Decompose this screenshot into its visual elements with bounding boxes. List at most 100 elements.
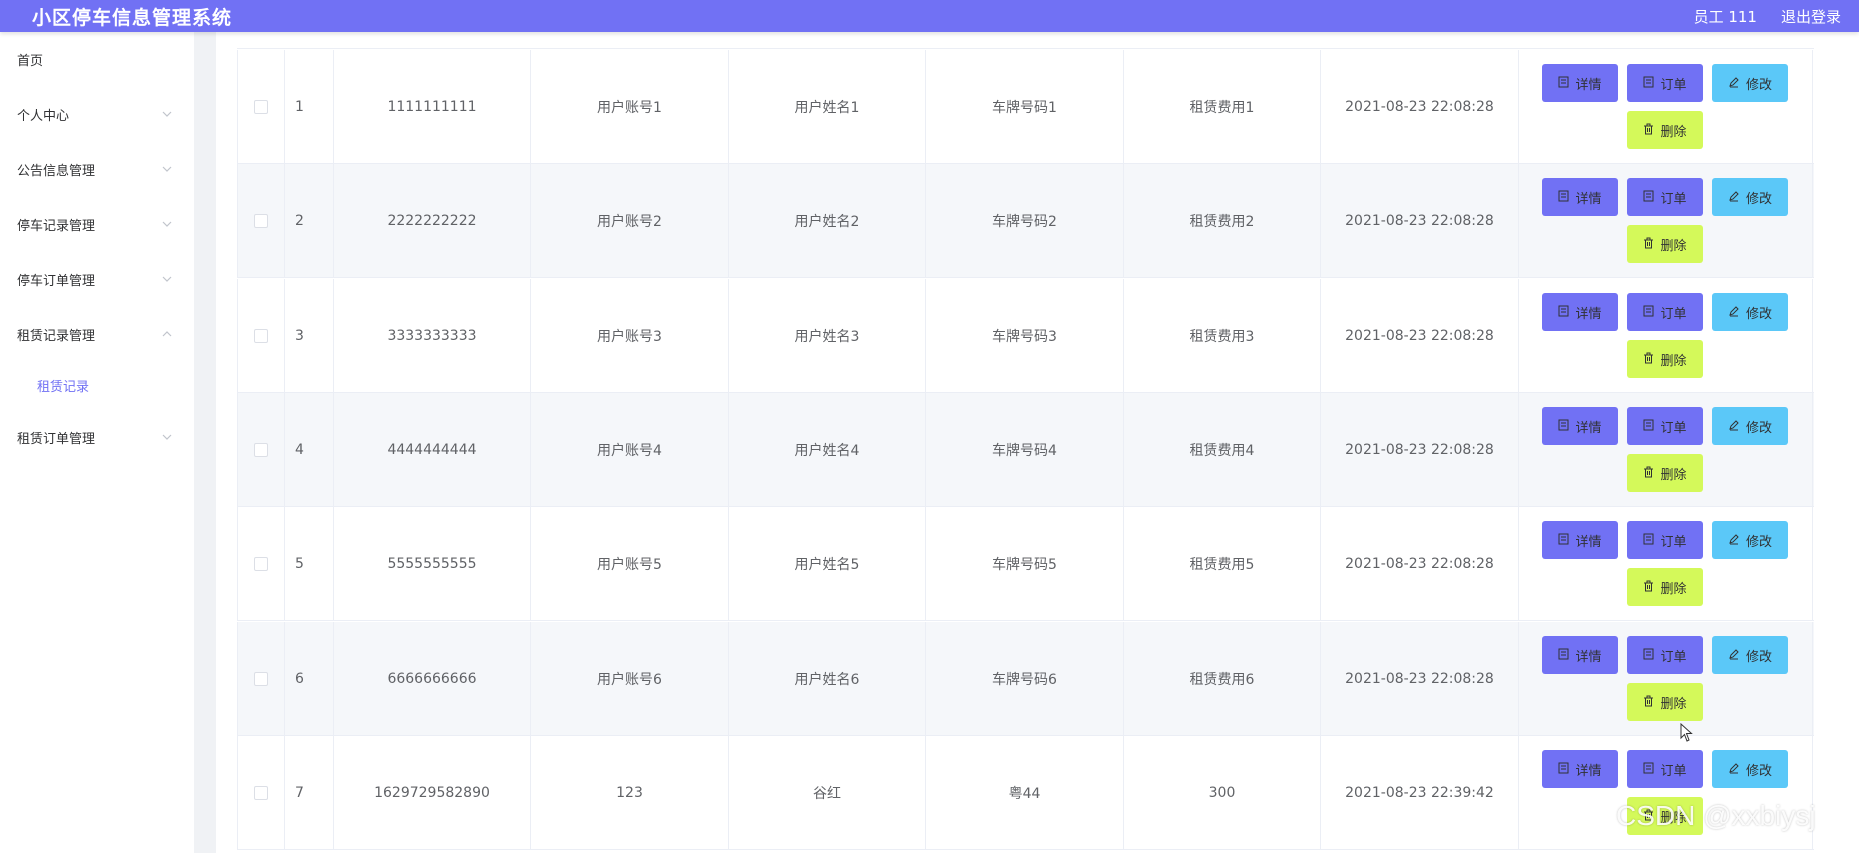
row-actions: 详情 订单 修改 删除 [1519,393,1813,506]
current-user: 员工 111 [1693,7,1757,26]
sidebar-item-rental-records[interactable]: 租赁记录管理 [0,314,194,354]
edit-button[interactable]: 修改 [1712,521,1788,559]
document-icon [1558,190,1569,205]
row-index: 5 [285,507,334,620]
order-button-label: 订单 [1660,649,1687,665]
detail-button[interactable]: 详情 [1542,64,1618,102]
order-button[interactable]: 订单 [1627,407,1703,445]
detail-button[interactable]: 详情 [1542,293,1618,331]
edit-icon [1728,305,1740,320]
row-select-cell [237,507,285,620]
rental-number: 5555555555 [334,507,531,620]
license-plate: 车牌号码5 [926,507,1124,620]
row-checkbox[interactable] [254,213,268,228]
order-button[interactable]: 订单 [1627,636,1703,674]
row-select-cell [237,50,285,163]
user-account: 用户账号1 [531,50,729,163]
license-plate: 粤44 [926,736,1124,849]
order-button-label: 订单 [1660,763,1687,779]
rental-number: 2222222222 [334,164,531,277]
delete-button[interactable]: 删除 [1627,683,1703,721]
row-index: 4 [285,393,334,506]
logout-link[interactable]: 退出登录 [1781,6,1841,27]
detail-button[interactable]: 详情 [1542,521,1618,559]
chevron-up-icon [160,327,174,341]
delete-button-label: 删除 [1660,353,1687,369]
row-checkbox[interactable] [254,556,268,571]
user-name: 用户姓名5 [729,507,926,620]
order-button-label: 订单 [1660,77,1687,93]
table-row: 6 6666666666 用户账号6 用户姓名6 车牌号码6 租赁费用6 202… [237,622,1814,736]
trash-icon [1643,580,1654,595]
chevron-down-icon [160,107,174,121]
edit-button[interactable]: 修改 [1712,750,1788,788]
sidebar-item-parking-orders[interactable]: 停车订单管理 [0,259,194,299]
edit-button-label: 修改 [1745,191,1772,207]
edit-button[interactable]: 修改 [1712,407,1788,445]
trash-icon [1643,695,1654,710]
sidebar-item-label: 租赁订单管理 [17,431,96,447]
edit-button[interactable]: 修改 [1712,636,1788,674]
row-select-cell [237,736,285,849]
delete-button[interactable]: 删除 [1627,225,1703,263]
sidebar: 首页 个人中心 公告信息管理 停车记录管理 停车订单管理 租赁记录管理 租赁记录… [0,32,194,853]
edit-button[interactable]: 修改 [1712,178,1788,216]
sidebar-item-parking-records[interactable]: 停车记录管理 [0,204,194,244]
table-row: 7 1629729582890 123 谷红 粤44 300 2021-08-2… [237,736,1814,850]
table-row: 5 5555555555 用户账号5 用户姓名5 车牌号码5 租赁费用5 202… [237,507,1814,621]
row-select-cell [237,279,285,392]
sidebar-subitem-rental-record[interactable]: 租赁记录 [0,365,194,405]
table-row: 3 3333333333 用户账号3 用户姓名3 车牌号码3 租赁费用3 202… [237,279,1814,393]
edit-button[interactable]: 修改 [1712,293,1788,331]
user-name: 用户姓名3 [729,279,926,392]
trash-icon [1643,237,1654,252]
sidebar-item-personal-center[interactable]: 个人中心 [0,94,194,134]
document-icon [1558,76,1569,91]
edit-button-label: 修改 [1745,306,1772,322]
row-checkbox[interactable] [254,99,268,114]
order-button[interactable]: 订单 [1627,293,1703,331]
detail-button[interactable]: 详情 [1542,178,1618,216]
document-icon [1558,419,1569,434]
row-actions: 详情 订单 修改 删除 [1519,50,1813,163]
table-row: 2 2222222222 用户账号2 用户姓名2 车牌号码2 租赁费用2 202… [237,164,1814,278]
detail-button[interactable]: 详情 [1542,636,1618,674]
document-icon [1643,648,1654,663]
order-button[interactable]: 订单 [1627,178,1703,216]
delete-button-label: 删除 [1660,238,1687,254]
rental-fee: 租赁费用3 [1124,279,1321,392]
detail-button[interactable]: 详情 [1542,750,1618,788]
created-time: 2021-08-23 22:08:28 [1321,393,1519,506]
row-actions: 详情 订单 修改 删除 [1519,736,1813,849]
rental-fee: 租赁费用6 [1124,622,1321,735]
row-checkbox[interactable] [254,785,268,800]
delete-button[interactable]: 删除 [1627,568,1703,606]
user-account: 用户账号3 [531,279,729,392]
sidebar-item-rental-orders[interactable]: 租赁订单管理 [0,417,194,457]
user-name: 用户姓名1 [729,50,926,163]
mouse-cursor-icon [1680,722,1694,743]
user-account: 用户账号5 [531,507,729,620]
detail-button[interactable]: 详情 [1542,407,1618,445]
user-name: 谷红 [729,736,926,849]
row-actions: 详情 订单 修改 删除 [1519,164,1813,277]
rental-number: 3333333333 [334,279,531,392]
order-button[interactable]: 订单 [1627,521,1703,559]
order-button[interactable]: 订单 [1627,64,1703,102]
row-checkbox[interactable] [254,328,268,343]
edit-button[interactable]: 修改 [1712,64,1788,102]
detail-button-label: 详情 [1575,420,1602,436]
row-checkbox[interactable] [254,442,268,457]
table-header-remnant [237,32,1814,49]
sidebar-item-label: 租赁记录 [37,379,90,395]
row-actions: 详情 订单 修改 删除 [1519,507,1813,620]
delete-button[interactable]: 删除 [1627,111,1703,149]
row-checkbox[interactable] [254,671,268,686]
sidebar-item-announcements[interactable]: 公告信息管理 [0,149,194,189]
license-plate: 车牌号码6 [926,622,1124,735]
sidebar-item-home[interactable]: 首页 [0,39,194,79]
chevron-down-icon [160,272,174,286]
delete-button[interactable]: 删除 [1627,454,1703,492]
order-button[interactable]: 订单 [1627,750,1703,788]
delete-button[interactable]: 删除 [1627,340,1703,378]
